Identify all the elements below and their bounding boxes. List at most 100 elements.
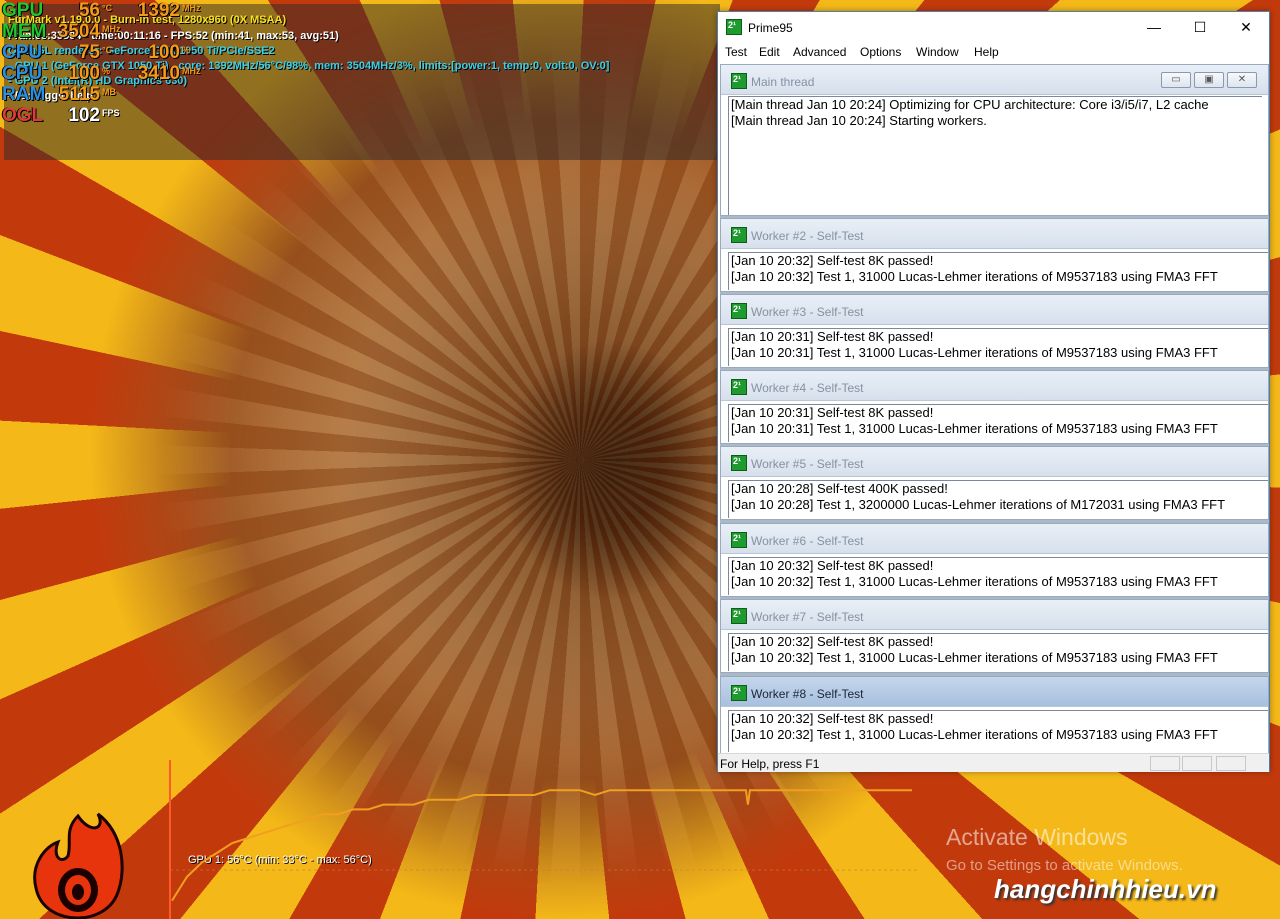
- worker-8-log[interactable]: [Jan 10 20:32] Self-test 8K passed! [Jan…: [728, 710, 1268, 752]
- worker-6-titlebar[interactable]: Worker #6 - Self-Test: [721, 524, 1268, 554]
- worker-6-window[interactable]: Worker #6 - Self-Test [Jan 10 20:32] Sel…: [720, 523, 1269, 597]
- osd-ram-unit: MB: [102, 87, 116, 97]
- prime95-title: Prime95: [748, 21, 793, 35]
- log-line: [Jan 10 20:31] Test 1, 31000 Lucas-Lehme…: [731, 345, 1218, 360]
- log-line: [Jan 10 20:32] Self-test 8K passed!: [731, 558, 934, 573]
- osd-cpu2-load: 100: [68, 63, 100, 84]
- worker-8-titlebar[interactable]: Worker #8 - Self-Test: [721, 677, 1268, 707]
- child-app-icon: [731, 685, 747, 701]
- osd-cpu-temp: 75: [78, 42, 100, 63]
- site-watermark: hangchinhhieu.vn: [994, 874, 1217, 904]
- status-cell: [1216, 756, 1246, 771]
- worker-2-titlebar[interactable]: Worker #2 - Self-Test: [721, 219, 1268, 249]
- menu-test[interactable]: Test: [725, 45, 747, 59]
- worker-7-titlebar[interactable]: Worker #7 - Self-Test: [721, 600, 1268, 630]
- osd-cpu-label: CPU: [2, 42, 43, 63]
- worker-3-window[interactable]: Worker #3 - Self-Test [Jan 10 20:31] Sel…: [720, 294, 1269, 368]
- osd-gpu-label: GPU: [2, 0, 44, 21]
- log-line: [Jan 10 20:31] Test 1, 31000 Lucas-Lehme…: [731, 421, 1218, 436]
- worker-6-title: Worker #6 - Self-Test: [751, 534, 864, 548]
- osd-cpu2-load-unit: %: [102, 66, 111, 76]
- status-text: For Help, press F1: [720, 757, 820, 771]
- worker-5-title: Worker #5 - Self-Test: [751, 457, 864, 471]
- status-cell: [1150, 756, 1180, 771]
- worker-8-window[interactable]: Worker #8 - Self-Test [Jan 10 20:32] Sel…: [720, 676, 1269, 754]
- osd-ram-label: RAM: [2, 84, 46, 105]
- worker-6-log[interactable]: [Jan 10 20:32] Self-test 8K passed! [Jan…: [728, 557, 1268, 595]
- worker-5-titlebar[interactable]: Worker #5 - Self-Test: [721, 447, 1268, 477]
- menu-options[interactable]: Options: [860, 45, 901, 59]
- log-line: [Jan 10 20:32] Self-test 8K passed!: [731, 634, 934, 649]
- worker-5-log[interactable]: [Jan 10 20:28] Self-test 400K passed! [J…: [728, 480, 1268, 518]
- log-line: [Main thread Jan 10 20:24] Starting work…: [731, 113, 987, 128]
- worker-2-log[interactable]: [Jan 10 20:32] Self-test 8K passed! [Jan…: [728, 252, 1268, 290]
- furmark-flame-logo: [33, 812, 124, 919]
- osd-ogl-fps: 102: [68, 105, 100, 126]
- log-line: [Jan 10 20:28] Self-test 400K passed!: [731, 481, 948, 496]
- status-cell: [1182, 756, 1212, 771]
- child-minimize-button[interactable]: ▭: [1161, 72, 1191, 88]
- log-line: [Jan 10 20:28] Test 1, 3200000 Lucas-Leh…: [731, 497, 1226, 512]
- log-line: [Jan 10 20:31] Self-test 8K passed!: [731, 405, 934, 420]
- worker-8-title: Worker #8 - Self-Test: [751, 687, 864, 701]
- osd-cpu2-clock-unit: MHz: [182, 66, 201, 76]
- osd-gpu-temp: 56: [78, 0, 100, 21]
- prime95-menubar: Test Edit Advanced Options Window Help: [718, 43, 1269, 63]
- child-app-icon: [731, 532, 747, 548]
- child-restore-button[interactable]: ▣: [1194, 72, 1224, 88]
- osd-ogl-label: OGL: [2, 105, 44, 126]
- osd-gpu-clock: 1392: [137, 0, 180, 21]
- prime95-app-icon: [726, 19, 742, 35]
- worker-4-window[interactable]: Worker #4 - Self-Test [Jan 10 20:31] Sel…: [720, 370, 1269, 444]
- worker-4-titlebar[interactable]: Worker #4 - Self-Test: [721, 371, 1268, 401]
- osd-mem-clock-unit: MHz: [102, 24, 121, 34]
- main-thread-title: Main thread: [751, 75, 815, 89]
- menu-help[interactable]: Help: [974, 45, 999, 59]
- log-line: [Jan 10 20:31] Self-test 8K passed!: [731, 329, 934, 344]
- worker-2-title: Worker #2 - Self-Test: [751, 229, 864, 243]
- menu-edit[interactable]: Edit: [759, 45, 780, 59]
- osd-mem-clock: 3504: [57, 21, 100, 42]
- child-app-icon: [731, 379, 747, 395]
- activate-windows-title: Activate Windows: [946, 824, 1128, 850]
- gpu-temp-line: [171, 789, 912, 902]
- osd-cpu-temp-unit: °C: [102, 45, 113, 55]
- worker-5-window[interactable]: Worker #5 - Self-Test [Jan 10 20:28] Sel…: [720, 446, 1269, 520]
- osd-gpu-clock-unit: MHz: [182, 3, 201, 13]
- maximize-button[interactable]: ☐: [1177, 12, 1223, 42]
- worker-2-window[interactable]: Worker #2 - Self-Test [Jan 10 20:32] Sel…: [720, 218, 1269, 292]
- worker-3-log[interactable]: [Jan 10 20:31] Self-test 8K passed! [Jan…: [728, 328, 1268, 366]
- child-close-button[interactable]: ✕: [1227, 72, 1257, 88]
- osd-cpu2-clock: 3410: [137, 63, 180, 84]
- main-thread-log[interactable]: [Main thread Jan 10 20:24] Optimizing fo…: [728, 96, 1262, 215]
- menu-window[interactable]: Window: [916, 45, 959, 59]
- osd-gpu-temp-unit: °C: [102, 3, 113, 13]
- menu-advanced[interactable]: Advanced: [793, 45, 846, 59]
- worker-4-title: Worker #4 - Self-Test: [751, 381, 864, 395]
- worker-3-titlebar[interactable]: Worker #3 - Self-Test: [721, 295, 1268, 325]
- worker-7-log[interactable]: [Jan 10 20:32] Self-test 8K passed! [Jan…: [728, 633, 1268, 671]
- worker-4-log[interactable]: [Jan 10 20:31] Self-test 8K passed! [Jan…: [728, 404, 1268, 442]
- log-line: [Jan 10 20:32] Test 1, 31000 Lucas-Lehme…: [731, 574, 1218, 589]
- log-line: [Main thread Jan 10 20:24] Optimizing fo…: [731, 97, 1209, 112]
- prime95-window[interactable]: Prime95 — ☐ ✕ Test Edit Advanced Options…: [717, 11, 1270, 772]
- gpu-temp-graph: [169, 760, 920, 919]
- close-button[interactable]: ✕: [1223, 12, 1269, 42]
- osd-cpu-load: 100: [148, 42, 180, 63]
- osd-cpu2-label: CPU: [2, 63, 43, 84]
- prime95-titlebar[interactable]: Prime95 — ☐ ✕: [718, 12, 1269, 43]
- osd-mem-label: MEM: [2, 21, 47, 42]
- worker-7-title: Worker #7 - Self-Test: [751, 610, 864, 624]
- child-app-icon: [731, 73, 747, 89]
- log-line: [Jan 10 20:32] Test 1, 31000 Lucas-Lehme…: [731, 269, 1218, 284]
- child-app-icon: [731, 608, 747, 624]
- prime95-statusbar: For Help, press F1: [718, 753, 1269, 772]
- main-thread-titlebar[interactable]: Main thread ▭ ▣ ✕: [721, 65, 1268, 95]
- worker-7-window[interactable]: Worker #7 - Self-Test [Jan 10 20:32] Sel…: [720, 599, 1269, 673]
- osd-ram-used: 5115: [58, 84, 100, 105]
- main-thread-window[interactable]: Main thread ▭ ▣ ✕ [Main thread Jan 10 20…: [720, 64, 1269, 216]
- osd-ogl-fps-unit: FPS: [102, 108, 120, 118]
- log-line: [Jan 10 20:32] Self-test 8K passed!: [731, 711, 934, 726]
- worker-3-title: Worker #3 - Self-Test: [751, 305, 864, 319]
- minimize-button[interactable]: —: [1131, 12, 1177, 42]
